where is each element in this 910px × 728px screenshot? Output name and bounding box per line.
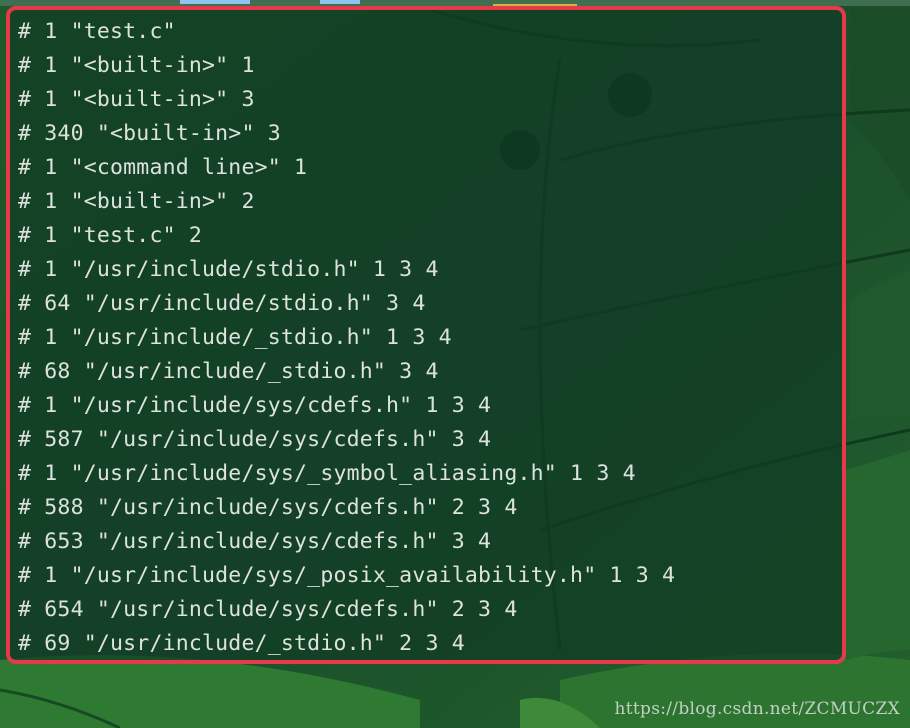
titlebar-highlight xyxy=(180,0,250,4)
terminal-line: # 1 "/usr/include/sys/_posix_availabilit… xyxy=(18,563,676,588)
terminal-line: # 1 "test.c" xyxy=(18,19,176,44)
terminal-line: # 340 "<built-in>" 3 xyxy=(18,121,281,146)
terminal-line: # 588 "/usr/include/sys/cdefs.h" 2 3 4 xyxy=(18,495,518,520)
titlebar-highlight xyxy=(320,0,360,4)
terminal-lines: # 1 "test.c" # 1 "<built-in>" 1 # 1 "<buil… xyxy=(18,15,675,661)
terminal-line: # 654 "/usr/include/sys/cdefs.h" 2 3 4 xyxy=(18,597,518,622)
terminal-line: # 1 "/usr/include/sys/_symbol_aliasing.h… xyxy=(18,461,636,486)
watermark: https://blog.csdn.net/ZCMUCZX xyxy=(614,699,900,719)
terminal-output-panel[interactable]: # 1 "test.c" # 1 "<built-in>" 1 # 1 "<buil… xyxy=(6,6,846,664)
terminal-line: # 1 "test.c" 2 xyxy=(18,223,203,248)
terminal-line: # 1 "/usr/include/sys/cdefs.h" 1 3 4 xyxy=(18,393,492,418)
terminal-line: # 1 "/usr/include/_stdio.h" 1 3 4 xyxy=(18,325,452,350)
terminal-line: # 653 "/usr/include/sys/cdefs.h" 3 4 xyxy=(18,529,492,554)
terminal-line: # 1 "<command line>" 1 xyxy=(18,155,308,180)
terminal-line: # 68 "/usr/include/_stdio.h" 3 4 xyxy=(18,359,439,384)
terminal-line: # 1 "<built-in>" 3 xyxy=(18,87,255,112)
terminal-line: # 64 "/usr/include/stdio.h" 3 4 xyxy=(18,291,426,316)
terminal-line: # 587 "/usr/include/sys/cdefs.h" 3 4 xyxy=(18,427,492,452)
terminal-line: # 1 "<built-in>" 1 xyxy=(18,53,255,78)
terminal-line: # 69 "/usr/include/_stdio.h" 2 3 4 xyxy=(18,631,465,656)
terminal-line: # 1 "/usr/include/stdio.h" 1 3 4 xyxy=(18,257,439,282)
terminal-line: # 1 "<built-in>" 2 xyxy=(18,189,255,214)
